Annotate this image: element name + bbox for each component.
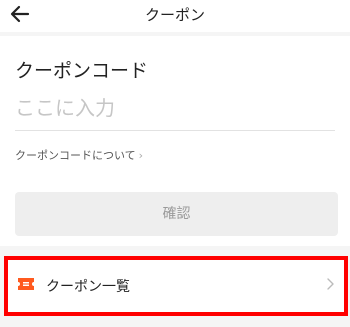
chevron-right-icon xyxy=(327,278,334,290)
coupon-code-heading: クーポンコード xyxy=(15,60,149,82)
about-coupon-code-label: クーポンコードについて xyxy=(15,149,136,162)
coupon-code-card: クーポンコード クーポンコードについて› 確認 xyxy=(0,36,350,246)
top-bar: クーポン xyxy=(0,0,350,32)
coupon-code-input[interactable] xyxy=(15,92,335,124)
ticket-icon xyxy=(18,278,34,290)
about-coupon-code-link[interactable]: クーポンコードについて › xyxy=(15,147,143,163)
coupon-list-row[interactable]: クーポン一覧 xyxy=(4,256,348,316)
input-underline xyxy=(15,130,335,131)
chevron-right-icon: › xyxy=(138,149,144,162)
page-title: クーポン xyxy=(144,6,205,24)
confirm-button[interactable]: 確認 xyxy=(15,192,338,236)
coupon-list-label: クーポン一覧 xyxy=(46,279,130,295)
